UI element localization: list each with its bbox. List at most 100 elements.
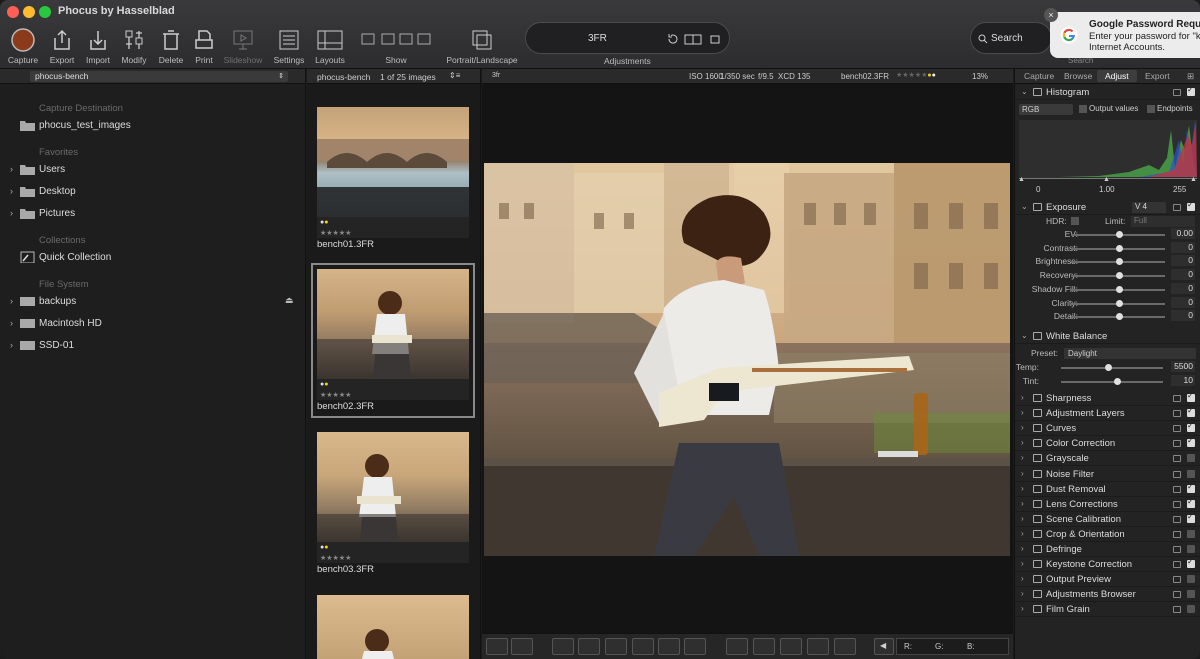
tool-curves[interactable]: › Curves — [1015, 421, 1200, 437]
temp-slider-track[interactable] — [1061, 367, 1163, 369]
tool-grayscale[interactable]: › Grayscale — [1015, 451, 1200, 467]
tool-copy-icon[interactable] — [1033, 394, 1042, 402]
tool-preset-icon[interactable] — [1173, 410, 1181, 418]
tool-copy-icon[interactable] — [1033, 454, 1042, 463]
adjustments-pill[interactable]: 3FR — [525, 22, 730, 54]
tool-copy-icon[interactable] — [1033, 575, 1042, 584]
compare-view-icon[interactable] — [486, 638, 508, 655]
tool-copy-icon[interactable] — [1033, 605, 1042, 614]
tint-slider-knob[interactable] — [1114, 378, 1121, 385]
volume-macintosh-hd[interactable]: › Macintosh HD — [10, 316, 300, 332]
tool-copy-icon[interactable] — [1033, 439, 1042, 448]
tool-enable-checkbox[interactable] — [1187, 406, 1195, 418]
chevron-right-icon[interactable]: › — [10, 340, 18, 350]
layouts-button[interactable]: Layouts — [310, 28, 350, 68]
tool-copy-icon[interactable] — [1033, 484, 1042, 493]
folder-popup[interactable]: phocus-bench ⇕ — [30, 71, 288, 82]
output-values-checkbox[interactable] — [1079, 105, 1087, 113]
tab-export[interactable]: Export — [1145, 71, 1170, 81]
slideshow-button[interactable]: Slideshow — [223, 28, 263, 68]
tool-copy-icon[interactable] — [1033, 499, 1042, 508]
tool-copy-icon[interactable] — [1033, 88, 1042, 96]
slider-knob[interactable] — [1116, 258, 1123, 266]
zoom-window-button[interactable] — [39, 6, 51, 18]
thumbnail-options-icon[interactable]: ⇕≡ — [449, 71, 460, 80]
favorite-users[interactable]: › Users — [10, 162, 300, 178]
capture-destination-folder[interactable]: phocus_test_images — [10, 118, 300, 134]
chevron-right-icon[interactable]: › — [1021, 484, 1024, 493]
hand-tool-icon[interactable] — [658, 638, 680, 655]
single-view-icon[interactable] — [511, 638, 533, 655]
tool-enable-checkbox[interactable] — [1187, 469, 1195, 478]
tool-enable-checkbox[interactable] — [1187, 529, 1195, 538]
tool-noise-filter[interactable]: › Noise Filter — [1015, 467, 1200, 482]
chevron-right-icon[interactable]: › — [1021, 544, 1024, 553]
white-point-handle[interactable]: ▲ — [1190, 176, 1197, 183]
tool-copy-icon[interactable] — [1033, 409, 1042, 418]
tool-enable-checkbox[interactable] — [1187, 421, 1195, 433]
annotate-tool-icon[interactable] — [684, 638, 706, 655]
crop-tool-icon[interactable] — [552, 638, 574, 655]
google-password-notification[interactable]: × Google Password Requirе Enter your pas… — [1044, 8, 1200, 58]
chevron-right-icon[interactable]: › — [1021, 499, 1024, 508]
chevron-down-icon[interactable]: ⌄ — [1021, 202, 1028, 211]
collapse-arrow-icon[interactable]: ◀ — [874, 638, 894, 655]
tool-preset-icon[interactable] — [1173, 395, 1181, 402]
temp-value[interactable]: 5500 — [1171, 361, 1195, 372]
tool-preset-icon[interactable] — [1173, 591, 1181, 599]
slider-value[interactable]: 0 — [1171, 241, 1195, 253]
slider-value[interactable]: 0 — [1171, 269, 1195, 281]
viewer-rating[interactable]: ★★★★★●● — [896, 71, 936, 79]
tool-enable-checkbox[interactable] — [1187, 512, 1195, 523]
slider-value[interactable]: 0 — [1171, 282, 1195, 294]
tool-preset-icon[interactable] — [1173, 515, 1181, 523]
minimize-window-button[interactable] — [23, 6, 35, 18]
endpoints-checkbox[interactable] — [1147, 105, 1155, 113]
tool-preset-icon[interactable] — [1173, 546, 1181, 553]
tab-capture[interactable]: Capture — [1024, 71, 1054, 81]
chevron-right-icon[interactable]: › — [10, 208, 18, 218]
chevron-right-icon[interactable]: › — [1021, 469, 1024, 478]
tool-enable-checkbox[interactable] — [1187, 454, 1195, 463]
black-point-value[interactable]: 0 — [1036, 185, 1040, 194]
tool-lens-corrections[interactable]: › Lens Corrections — [1015, 497, 1200, 512]
tool-copy-icon[interactable] — [1033, 545, 1042, 553]
slider-knob[interactable] — [1116, 285, 1123, 293]
tool-copy-icon[interactable] — [1033, 514, 1042, 523]
tool-copy-icon[interactable] — [1033, 529, 1042, 538]
show-button[interactable]: Show — [360, 28, 432, 68]
close-notification-icon[interactable]: × — [1044, 8, 1058, 22]
tool-preset-icon[interactable] — [1173, 440, 1181, 448]
tool-preset-icon[interactable] — [1173, 561, 1181, 569]
panel-menu-icon[interactable]: ⊞ — [1187, 71, 1194, 82]
chevron-right-icon[interactable]: › — [10, 318, 18, 328]
tool-sharpness[interactable]: › Sharpness — [1015, 391, 1200, 406]
chevron-right-icon[interactable]: › — [10, 186, 18, 196]
black-point-handle[interactable]: ▲ — [1018, 176, 1025, 183]
chevron-right-icon[interactable]: › — [1021, 423, 1024, 432]
slider-knob[interactable] — [1116, 299, 1123, 307]
tool-copy-icon[interactable] — [1033, 424, 1042, 433]
chevron-right-icon[interactable]: › — [1021, 453, 1024, 462]
chevron-down-icon[interactable]: ⌄ — [1021, 331, 1028, 340]
white-point-value[interactable]: 255 — [1173, 185, 1186, 194]
tool-enable-checkbox[interactable] — [1187, 557, 1195, 569]
tool-copy-icon[interactable] — [1033, 469, 1042, 478]
tool-preset-icon[interactable] — [1173, 485, 1181, 493]
tool-preset-icon[interactable] — [1173, 89, 1181, 96]
limit-select[interactable]: Full — [1131, 216, 1195, 227]
exposure-mask-icon[interactable] — [726, 638, 748, 655]
tab-browse[interactable]: Browse — [1064, 71, 1092, 81]
preset-select[interactable]: Daylight — [1064, 348, 1196, 359]
clipboard-icon[interactable] — [709, 33, 721, 45]
tool-enable-checkbox[interactable] — [1187, 545, 1195, 553]
chevron-right-icon[interactable]: › — [1021, 529, 1024, 538]
chevron-right-icon[interactable]: › — [1021, 559, 1024, 568]
thumbnail-item-selected[interactable]: ●● ★★★★★ bench02.3FR — [311, 263, 475, 418]
search-field[interactable]: Search — [970, 22, 1052, 54]
tool-preset-icon[interactable] — [1173, 606, 1181, 614]
tool-copy-icon[interactable] — [1033, 590, 1042, 599]
info-overlay-icon[interactable] — [780, 638, 802, 655]
tool-preset-icon[interactable] — [1173, 530, 1181, 538]
tool-film-grain[interactable]: › Film Grain — [1015, 602, 1200, 618]
